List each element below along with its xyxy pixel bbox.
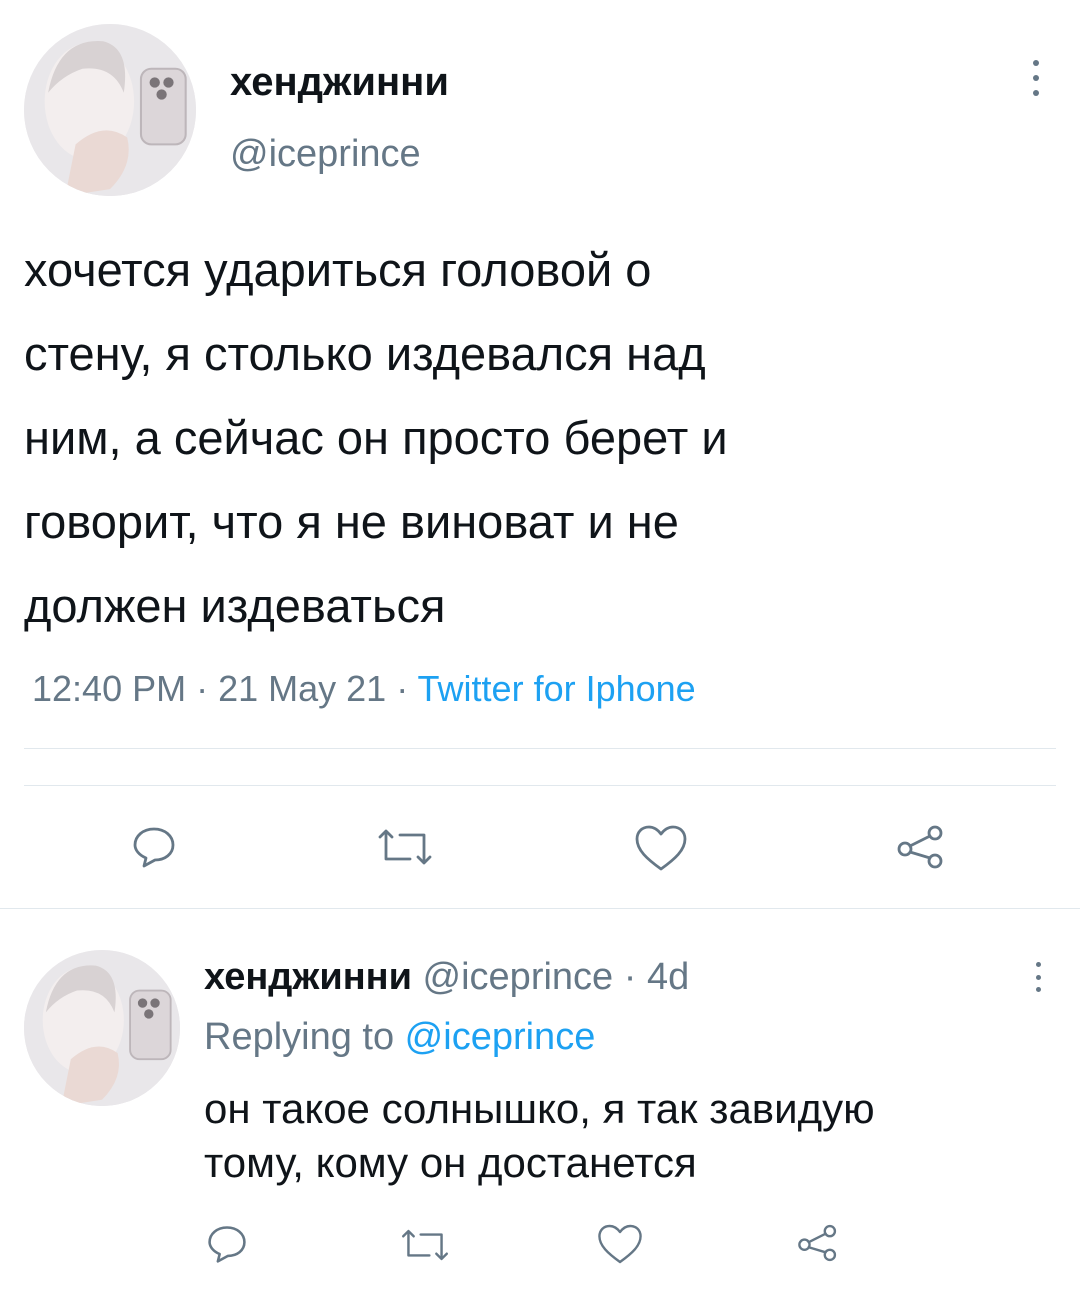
reply-author-avatar[interactable]	[24, 950, 180, 1106]
share-icon[interactable]	[796, 1222, 840, 1264]
tweet-time: 12:40 PM	[32, 668, 187, 709]
replying-to-handle[interactable]: @iceprince	[405, 1016, 596, 1058]
divider	[24, 748, 1056, 749]
replying-to: Replying to @iceprince	[204, 1016, 595, 1059]
author-avatar[interactable]	[24, 24, 196, 196]
reply-icon[interactable]	[130, 823, 178, 871]
tweet-meta: 12:40 PM · 21 May 21 · Twitter for Iphon…	[32, 668, 696, 710]
meta-separator: ·	[613, 956, 647, 998]
tweet-text: хочется удариться головой о стену, я сто…	[24, 243, 728, 632]
divider	[24, 785, 1056, 786]
meta-separator: ·	[186, 668, 219, 709]
more-vertical-icon[interactable]	[1032, 962, 1044, 992]
heart-icon[interactable]	[633, 823, 689, 873]
retweet-icon[interactable]	[398, 1224, 452, 1266]
meta-separator: ·	[386, 668, 418, 709]
heart-icon[interactable]	[596, 1222, 644, 1266]
author-name[interactable]: хенджинни	[230, 60, 449, 105]
author-handle[interactable]: @iceprince	[230, 133, 421, 176]
tweet-source-link[interactable]: Twitter for Iphone	[418, 668, 696, 709]
avatar-photo	[24, 24, 196, 196]
avatar-photo	[24, 950, 180, 1106]
share-icon[interactable]	[895, 823, 947, 871]
more-vertical-icon[interactable]	[1030, 60, 1042, 96]
reply-icon[interactable]	[205, 1222, 249, 1266]
divider	[0, 908, 1080, 909]
replying-to-label: Replying to	[204, 1016, 405, 1058]
reply-text: он такое солнышко, я так завидую тому, к…	[204, 1085, 875, 1186]
reply-age[interactable]: 4d	[647, 956, 689, 998]
tweet-date: 21 May 21	[218, 668, 387, 709]
reply-author-handle[interactable]: @iceprince	[423, 956, 614, 998]
reply-header: хенджинни @iceprince · 4d	[204, 956, 689, 999]
reply-author-name[interactable]: хенджинни	[204, 956, 412, 998]
retweet-icon[interactable]	[374, 823, 436, 871]
